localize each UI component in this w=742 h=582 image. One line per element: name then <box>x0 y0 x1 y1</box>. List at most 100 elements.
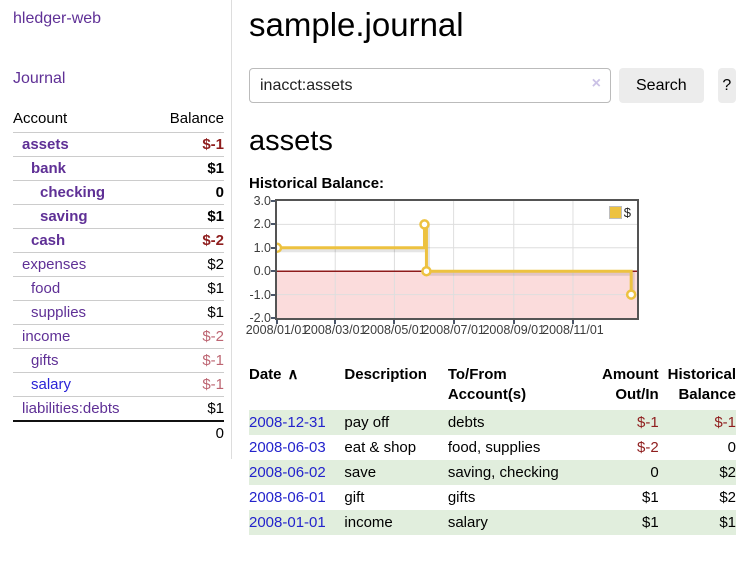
account-column-header: Account <box>13 110 67 127</box>
chart-canvas <box>277 201 637 318</box>
register-row: 2008-06-02savesaving, checking0$2 <box>249 460 736 485</box>
register-date-cell: 2008-01-01 <box>249 510 344 535</box>
column-header-balance: Historical Balance <box>659 363 736 410</box>
sidebar-account-link[interactable]: saving <box>13 208 88 225</box>
register-balance-cell: 0 <box>659 435 736 460</box>
sidebar-account-link[interactable]: supplies <box>13 304 86 321</box>
account-row: bank$1 <box>13 156 224 180</box>
account-row: saving$1 <box>13 204 224 228</box>
account-balance: $-2 <box>202 328 224 345</box>
register-date-cell: 2008-06-01 <box>249 485 344 510</box>
x-axis-label: 2008/11/01 <box>538 323 608 337</box>
account-row: liabilities:debts $1 <box>13 396 224 420</box>
account-row: cash $-2 <box>13 228 224 252</box>
app-title-link[interactable]: hledger-web <box>13 10 101 28</box>
x-axis-tick <box>276 320 278 324</box>
account-balance: $1 <box>207 400 224 417</box>
sidebar-account-link[interactable]: assets <box>13 136 69 153</box>
account-row: checking0 <box>13 180 224 204</box>
search-input-wrap: × <box>249 68 611 103</box>
register-amount-cell: 0 <box>581 460 658 485</box>
register-accounts-cell: debts <box>448 410 582 435</box>
sidebar-account-link[interactable]: bank <box>13 160 66 177</box>
sort-ascending-icon: ∧ <box>288 366 299 383</box>
sidebar-account-link[interactable]: salary <box>13 376 71 393</box>
data-point-marker <box>422 267 430 275</box>
register-row: 2008-01-01incomesalary$1$1 <box>249 510 736 535</box>
account-balance: $1 <box>207 280 224 297</box>
account-balance: $2 <box>207 256 224 273</box>
search-input[interactable] <box>249 68 611 103</box>
y-axis-tick <box>271 200 275 202</box>
account-row: food $1 <box>13 276 224 300</box>
y-axis-label: 3.0 <box>249 195 271 208</box>
account-balance: $-2 <box>202 232 224 249</box>
account-row: income $-2 <box>13 324 224 348</box>
transaction-date-link[interactable]: 2008-06-03 <box>249 439 326 456</box>
y-axis-label: 0.0 <box>249 265 271 278</box>
register-description-cell: income <box>344 510 447 535</box>
column-header-date[interactable]: Date∧ <box>249 363 344 410</box>
legend-label: $ <box>624 205 631 220</box>
y-axis-tick <box>271 294 275 296</box>
register-description-cell: pay off <box>344 410 447 435</box>
register-row: 2008-06-03eat & shopfood, supplies$-20 <box>249 435 736 460</box>
sidebar-account-link[interactable]: checking <box>13 184 105 201</box>
page-title: sample.journal <box>249 6 736 44</box>
transaction-date-link[interactable]: 2008-06-01 <box>249 489 326 506</box>
account-tree: Account Balance assets$-1bank$1checking0… <box>13 108 224 445</box>
y-axis-tick <box>271 317 275 319</box>
y-axis-tick <box>271 270 275 272</box>
register-row: 2008-06-01giftgifts$1$2 <box>249 485 736 510</box>
balance-chart: $ 3.02.01.00.0-1.0-2.02008/01/012008/03/… <box>249 199 736 339</box>
sidebar-item-journal[interactable]: Journal <box>13 70 65 88</box>
transaction-date-link[interactable]: 2008-12-31 <box>249 414 326 431</box>
sidebar-account-link[interactable]: expenses <box>13 256 86 273</box>
sidebar-account-link[interactable]: income <box>13 328 70 345</box>
y-axis-label: -1.0 <box>249 289 271 302</box>
x-axis-tick <box>513 320 515 324</box>
account-tree-header: Account Balance <box>13 108 224 132</box>
clear-search-icon[interactable]: × <box>592 76 601 92</box>
account-row: gifts$-1 <box>13 348 224 372</box>
register-balance-cell: $1 <box>659 510 736 535</box>
x-axis-tick <box>572 320 574 324</box>
register-row: 2008-12-31pay offdebts$-1$-1 <box>249 410 736 435</box>
register-date-cell: 2008-12-31 <box>249 410 344 435</box>
search-button[interactable]: Search <box>619 68 704 103</box>
account-row: supplies$1 <box>13 300 224 324</box>
column-header-description: Description <box>344 363 447 410</box>
x-axis-tick <box>334 320 336 324</box>
x-axis-tick <box>453 320 455 324</box>
register-accounts-cell: salary <box>448 510 582 535</box>
column-header-amount: Amount Out/In <box>581 363 658 410</box>
y-axis-tick <box>271 223 275 225</box>
account-row: expenses $2 <box>13 252 224 276</box>
register-accounts-cell: gifts <box>448 485 582 510</box>
register-balance-cell: $2 <box>659 485 736 510</box>
register-date-cell: 2008-06-03 <box>249 435 344 460</box>
transaction-date-link[interactable]: 2008-01-01 <box>249 514 326 531</box>
balance-column-header: Balance <box>170 110 224 127</box>
y-axis-label: 1.0 <box>249 242 271 255</box>
sidebar-account-link[interactable]: cash <box>13 232 65 249</box>
register-amount-cell: $1 <box>581 510 658 535</box>
sidebar-account-link[interactable]: gifts <box>13 352 59 369</box>
transaction-date-link[interactable]: 2008-06-02 <box>249 464 326 481</box>
account-heading: assets <box>249 125 736 158</box>
register-description-cell: gift <box>344 485 447 510</box>
chart-title: Historical Balance: <box>249 175 736 192</box>
account-row: salary $-1 <box>13 372 224 396</box>
register-accounts-cell: food, supplies <box>448 435 582 460</box>
account-total: 0 <box>13 420 224 445</box>
app-window: hledger-web Journal Account Balance asse… <box>0 0 742 535</box>
register-balance-cell: $2 <box>659 460 736 485</box>
register-balance-cell: $-1 <box>659 410 736 435</box>
sidebar-account-link[interactable]: food <box>13 280 60 297</box>
help-button[interactable]: ? <box>718 68 736 103</box>
search-form: × Search ? <box>249 68 736 103</box>
sidebar-account-link[interactable]: liabilities:debts <box>13 400 120 417</box>
account-balance: $-1 <box>202 376 224 393</box>
register-description-cell: save <box>344 460 447 485</box>
register-table: Date∧DescriptionTo/From Account(s)Amount… <box>249 363 736 535</box>
